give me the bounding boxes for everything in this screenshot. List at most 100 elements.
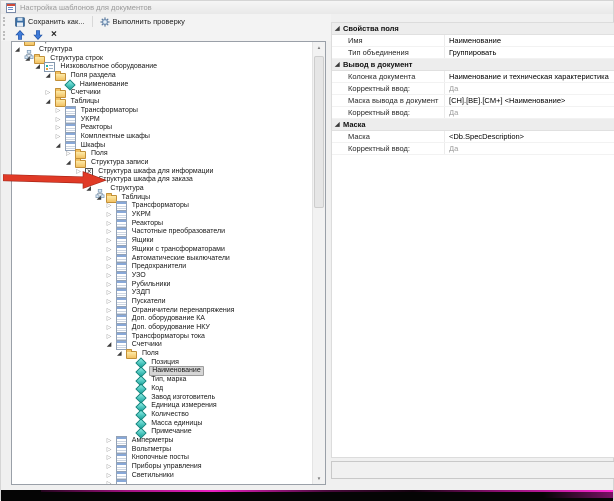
expander-collapsed-icon[interactable]: ▷ (107, 437, 116, 445)
expander-collapsed-icon[interactable]: ▷ (107, 255, 116, 263)
expander-collapsed-icon[interactable]: ▷ (107, 237, 116, 245)
move-up-button[interactable] (11, 29, 29, 41)
expander-collapsed-icon[interactable]: ▷ (107, 211, 116, 219)
expander-collapsed-icon[interactable]: ▷ (107, 246, 116, 254)
tree-item[interactable]: Тип, марка (12, 376, 312, 385)
expander-collapsed-icon[interactable]: ▷ (107, 281, 116, 289)
tree-item[interactable]: ◢Поля раздела (12, 72, 312, 81)
expander-collapsed-icon[interactable]: ▷ (56, 116, 65, 124)
delete-button[interactable]: × (47, 30, 61, 40)
property-group-header[interactable]: ◢Свойства поля (332, 23, 614, 35)
property-value[interactable]: Группировать (445, 47, 614, 58)
tree-item[interactable]: ▷Трансформаторы тока (12, 332, 312, 341)
expander-collapsed-icon[interactable]: ▷ (46, 89, 55, 97)
expander-collapsed-icon[interactable]: ▷ (107, 472, 116, 480)
expander-expanded-icon[interactable]: ◢ (15, 46, 24, 54)
property-value[interactable]: [CH].[BE].[CM+] <Наименование> (445, 95, 614, 106)
tree-item[interactable]: Примечание (12, 428, 312, 437)
tree-item[interactable]: ▷УКРМ (12, 115, 312, 124)
expander-collapsed-icon[interactable]: ▷ (107, 480, 116, 484)
tree-item[interactable]: ▷Светильники (12, 471, 312, 480)
tree-item[interactable]: ▷Частотные преобразователи (12, 228, 312, 237)
tree-item[interactable]: ▷Поля (12, 150, 312, 159)
expander-collapsed-icon[interactable]: ▷ (107, 263, 116, 271)
tree-item[interactable]: ▷УЗО (12, 272, 312, 281)
tree-item[interactable]: ▷Структура шкафа для информации (12, 167, 312, 176)
tree-item[interactable]: ▷Реакторы (12, 124, 312, 133)
expander-collapsed-icon[interactable]: ▷ (107, 289, 116, 297)
expander-collapsed-icon[interactable]: ▷ (107, 272, 116, 280)
tree-item[interactable]: ◢Шкафы (12, 141, 312, 150)
tree-item[interactable]: ▷Реакторы (12, 219, 312, 228)
tree-item[interactable]: ◢Поля (12, 350, 312, 359)
save-as-button[interactable]: Сохранить как... (11, 16, 89, 28)
tree-item[interactable]: Наименование (12, 367, 312, 376)
tree-item[interactable]: ▷Приборы управления (12, 463, 312, 472)
property-group-header[interactable]: ◢Маска (332, 119, 614, 131)
expander-expanded-icon[interactable]: ◢ (66, 159, 75, 167)
tree-item[interactable]: ◢Счетчики (12, 341, 312, 350)
expander-collapsed-icon[interactable]: ▷ (107, 307, 116, 315)
expander-collapsed-icon[interactable]: ▷ (107, 463, 116, 471)
expander-collapsed-icon[interactable]: ▷ (66, 150, 75, 158)
tree-item[interactable]: Завод изготовитель (12, 393, 312, 402)
property-value[interactable]: Наименование и техническая характеристик… (445, 71, 614, 82)
group-expander-icon[interactable]: ◢ (335, 61, 343, 69)
expander-collapsed-icon[interactable]: ▷ (107, 446, 116, 454)
expander-collapsed-icon[interactable]: ▷ (107, 333, 116, 341)
expander-expanded-icon[interactable]: ◢ (86, 185, 95, 193)
expander-expanded-icon[interactable]: ◢ (46, 72, 55, 80)
tree-item[interactable]: ◢Структура (12, 46, 312, 55)
expander-collapsed-icon[interactable]: ▷ (76, 168, 85, 176)
expander-collapsed-icon[interactable]: ▷ (56, 107, 65, 115)
tree-item[interactable]: ▷Ящики с трансформаторами (12, 246, 312, 255)
scroll-up-arrow-icon[interactable]: ▲ (313, 42, 325, 53)
expander-expanded-icon[interactable]: ◢ (46, 98, 55, 106)
tree-item[interactable]: ▷Доп. оборудование НКУ (12, 324, 312, 333)
tree-item[interactable]: Масса единицы (12, 419, 312, 428)
expander-collapsed-icon[interactable]: ▷ (107, 324, 116, 332)
expander-collapsed-icon[interactable]: ▷ (107, 220, 116, 228)
tree-item[interactable]: Код (12, 385, 312, 394)
run-check-button[interactable]: Выполнить проверку (96, 16, 189, 28)
tree-item[interactable]: ▷Трансформаторы (12, 107, 312, 116)
tree-item[interactable]: ▷Ограничители перенапряжения (12, 306, 312, 315)
scrollbar-thumb[interactable] (314, 56, 324, 208)
scroll-down-arrow-icon[interactable]: ▼ (313, 473, 325, 484)
tree-item[interactable]: ◢Таблицы (12, 193, 312, 202)
expander-collapsed-icon[interactable]: ▷ (56, 133, 65, 141)
tree-item[interactable]: ▷Рубильники (12, 280, 312, 289)
property-value[interactable]: <Db.SpecDescription> (445, 131, 614, 142)
expander-expanded-icon[interactable]: ◢ (35, 63, 44, 71)
expander-collapsed-icon[interactable]: ▷ (107, 228, 116, 236)
tree-item[interactable]: Количество (12, 411, 312, 420)
tree-item[interactable]: ◢Структура (12, 185, 312, 194)
tree-item[interactable]: ▷Кнопочные посты (12, 454, 312, 463)
tree-item[interactable]: ▷Пускатели (12, 298, 312, 307)
tree-item[interactable]: ▷Вольтметры (12, 445, 312, 454)
tree-item[interactable]: ▷Комплектные шкафы (12, 133, 312, 142)
expander-collapsed-icon[interactable]: ▷ (107, 315, 116, 323)
move-down-button[interactable] (29, 29, 47, 41)
tree-item[interactable]: ▷Ящики (12, 237, 312, 246)
tree-item[interactable]: ▷УКРМ (12, 211, 312, 220)
expander-expanded-icon[interactable]: ◢ (76, 176, 85, 184)
expander-expanded-icon[interactable]: ◢ (56, 142, 65, 150)
tree-item[interactable]: Единица измерения (12, 402, 312, 411)
expander-expanded-icon[interactable]: ◢ (117, 350, 126, 358)
group-expander-icon[interactable]: ◢ (335, 25, 343, 33)
tree-item[interactable]: ◢Структура строк (12, 54, 312, 63)
tree-item[interactable]: ▷Автоматические выключатели (12, 254, 312, 263)
tree-item[interactable]: ▷Трансформаторы (12, 202, 312, 211)
expander-collapsed-icon[interactable]: ▷ (107, 202, 116, 210)
property-value[interactable]: Наименование (445, 35, 614, 46)
tree-item[interactable]: ▷Амперметры (12, 437, 312, 446)
expander-collapsed-icon[interactable]: ▷ (107, 298, 116, 306)
property-group-header[interactable]: ◢Вывод в документ (332, 59, 614, 71)
tree-item[interactable]: ▷УЗДП (12, 289, 312, 298)
tree-item[interactable]: ▷ (12, 480, 312, 484)
tree-item[interactable]: ◢Структура записи (12, 159, 312, 168)
tree-item[interactable]: ▷Предохранители (12, 263, 312, 272)
expander-collapsed-icon[interactable]: ▷ (107, 454, 116, 462)
expander-expanded-icon[interactable]: ◢ (107, 341, 116, 349)
